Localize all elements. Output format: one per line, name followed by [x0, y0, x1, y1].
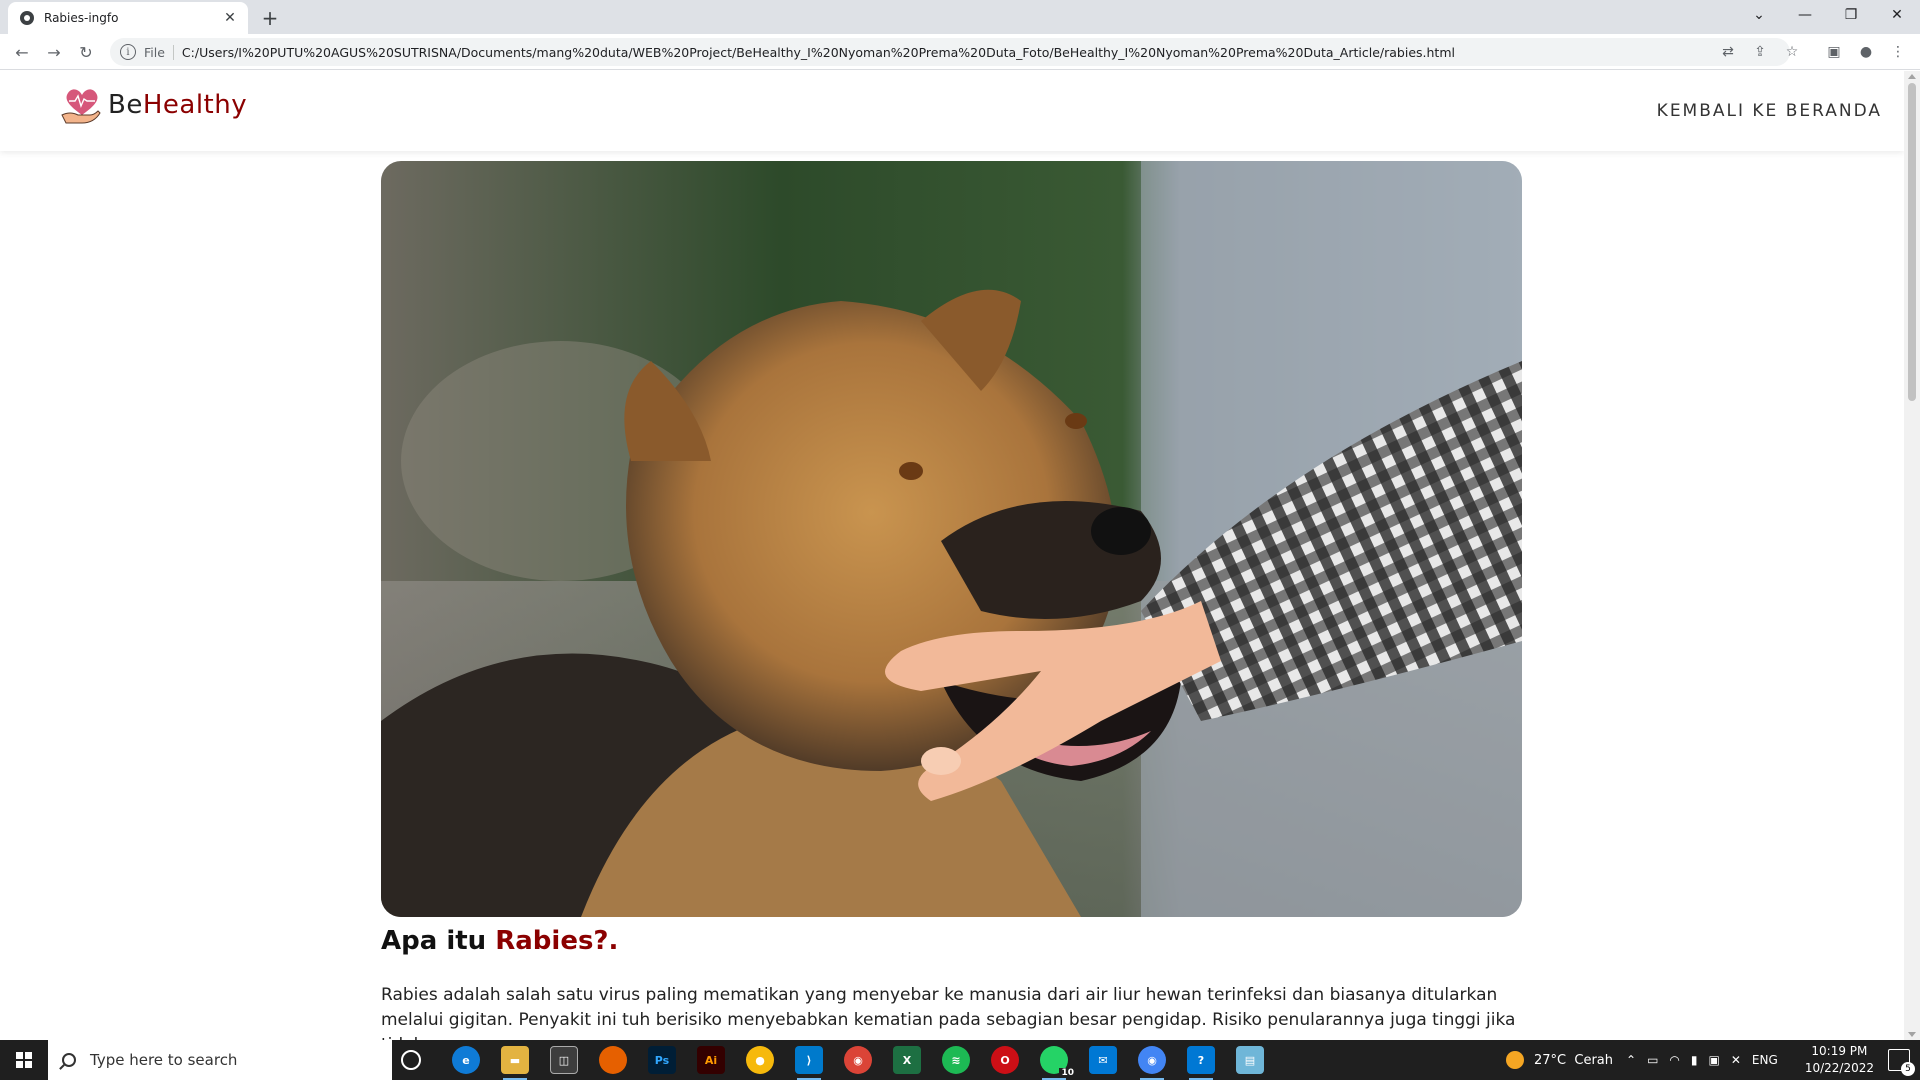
- edge-icon[interactable]: e: [452, 1046, 480, 1074]
- close-tab-icon[interactable]: ✕: [220, 8, 240, 28]
- dog-biting-hand-photo: [381, 161, 1522, 917]
- article-title-prefix: Apa itu: [381, 926, 496, 956]
- scroll-up-arrow-icon[interactable]: [1908, 74, 1916, 79]
- article-title: Apa itu Rabies?.: [381, 926, 618, 956]
- article-body: Rabies adalah salah satu virus paling me…: [381, 985, 1516, 1040]
- side-panel-icon[interactable]: ▣: [1822, 40, 1846, 64]
- scrollbar-thumb[interactable]: [1908, 83, 1916, 401]
- meet-now-icon[interactable]: ▭: [1647, 1053, 1658, 1067]
- browser-tab[interactable]: Rabies-ingfo ✕: [8, 2, 248, 34]
- notepad-icon[interactable]: ▤: [1236, 1046, 1264, 1074]
- wifi-icon[interactable]: ◠: [1669, 1053, 1679, 1067]
- notification-count: 5: [1901, 1062, 1915, 1076]
- profile-avatar-icon[interactable]: ●: [1854, 40, 1878, 64]
- forward-arrow-icon[interactable]: →: [40, 38, 68, 66]
- chevron-up-icon[interactable]: ⌃: [1626, 1053, 1636, 1067]
- browser-tab-strip: Rabies-ingfo ✕ + ⌄ — ❐ ✕: [0, 0, 1920, 34]
- notification-center-icon[interactable]: 5: [1888, 1049, 1915, 1076]
- illustrator-icon[interactable]: Ai: [697, 1046, 725, 1074]
- article-title-accent: Rabies?.: [495, 926, 619, 956]
- whatsapp-icon[interactable]: 10: [1040, 1046, 1076, 1080]
- vscode-icon[interactable]: ⟩: [795, 1046, 823, 1080]
- spotify-icon[interactable]: ≋: [942, 1046, 970, 1074]
- url-scheme-label: File: [144, 44, 174, 60]
- taskbar-search-box[interactable]: Type here to search: [48, 1040, 392, 1080]
- help-icon[interactable]: ?: [1187, 1046, 1215, 1080]
- taskbar-search-placeholder: Type here to search: [90, 1051, 238, 1069]
- restore-button[interactable]: ❐: [1828, 0, 1874, 30]
- battery-icon[interactable]: ▮: [1691, 1053, 1698, 1067]
- tab-search-icon[interactable]: ⌄: [1736, 0, 1782, 30]
- heart-hand-logo-icon: [61, 89, 101, 124]
- weather-text: 27°C Cerah: [1534, 1052, 1614, 1068]
- volume-muted-icon[interactable]: ✕: [1731, 1053, 1741, 1067]
- clock-time: 10:19 PM: [1811, 1044, 1868, 1058]
- system-tray-icons: ⌃ ▭ ◠ ▮ ▣ ✕ ENG: [1626, 1040, 1778, 1080]
- weather-moon-icon: [1506, 1051, 1524, 1069]
- opera-icon[interactable]: O: [991, 1046, 1019, 1074]
- clock-date: 10/22/2022: [1804, 1061, 1874, 1075]
- file-explorer-icon[interactable]: ▬: [501, 1046, 529, 1080]
- share-icon[interactable]: ⇪: [1748, 40, 1772, 64]
- brand-prefix: Be: [108, 90, 143, 120]
- scroll-down-arrow-icon[interactable]: [1908, 1032, 1916, 1037]
- store-icon[interactable]: ◫: [550, 1046, 578, 1074]
- search-icon: [62, 1053, 76, 1067]
- brand-suffix: Healthy: [142, 90, 248, 120]
- chrome-icon[interactable]: ◉: [844, 1046, 872, 1074]
- translate-icon[interactable]: ⇄: [1716, 40, 1740, 64]
- brand-name: BeHealthy: [108, 90, 247, 120]
- start-button[interactable]: [0, 1040, 48, 1080]
- url-text[interactable]: C:/Users/I%20PUTU%20AGUS%20SUTRISNA/Docu…: [182, 45, 1455, 60]
- address-bar[interactable]: i File C:/Users/I%20PUTU%20AGUS%20SUTRIS…: [110, 38, 1790, 66]
- tab-title: Rabies-ingfo: [44, 11, 119, 25]
- language-indicator[interactable]: ENG: [1752, 1053, 1778, 1067]
- photoshop-icon[interactable]: Ps: [648, 1046, 676, 1074]
- firefox-icon[interactable]: [599, 1046, 627, 1074]
- network-icon[interactable]: ▣: [1709, 1053, 1720, 1067]
- mail-icon[interactable]: ✉: [1089, 1046, 1117, 1074]
- taskbar-clock[interactable]: 10:19 PM 10/22/2022: [1805, 1043, 1874, 1077]
- task-view-icon[interactable]: [401, 1050, 421, 1070]
- back-to-home-link[interactable]: KEMBALI KE BERANDA: [1657, 101, 1882, 121]
- site-header: BeHealthy KEMBALI KE BERANDA: [0, 71, 1904, 151]
- close-window-button[interactable]: ✕: [1874, 0, 1920, 30]
- minimize-button[interactable]: —: [1782, 0, 1828, 30]
- weather-widget[interactable]: 27°C Cerah: [1506, 1040, 1613, 1080]
- whatsapp-badge: 10: [1059, 1068, 1076, 1078]
- page-viewport: BeHealthy KEMBALI KE BERANDA Apa itu Rab…: [0, 71, 1904, 1040]
- browser-toolbar: ← → ↻ i File C:/Users/I%20PUTU%20AGUS%20…: [0, 34, 1920, 70]
- chrome-active-icon[interactable]: ◉: [1138, 1046, 1166, 1080]
- globe-icon: [20, 11, 34, 25]
- app-icon-yellow[interactable]: ●: [746, 1046, 774, 1074]
- reload-icon[interactable]: ↻: [72, 38, 100, 66]
- excel-icon[interactable]: X: [893, 1046, 921, 1074]
- windows-taskbar: Type here to search e ▬ ◫ Ps Ai ● ⟩ ◉ X …: [0, 1040, 1920, 1080]
- site-logo[interactable]: BeHealthy: [60, 85, 247, 125]
- bookmark-star-icon[interactable]: ☆: [1780, 40, 1804, 64]
- back-arrow-icon[interactable]: ←: [8, 38, 36, 66]
- site-info-icon[interactable]: i: [120, 44, 136, 60]
- new-tab-button[interactable]: +: [258, 6, 282, 30]
- hero-image-dog-bite: [381, 161, 1522, 917]
- windows-logo-icon: [16, 1052, 32, 1068]
- menu-kebab-icon[interactable]: ⋮: [1886, 40, 1910, 64]
- page-scrollbar[interactable]: [1904, 71, 1920, 1040]
